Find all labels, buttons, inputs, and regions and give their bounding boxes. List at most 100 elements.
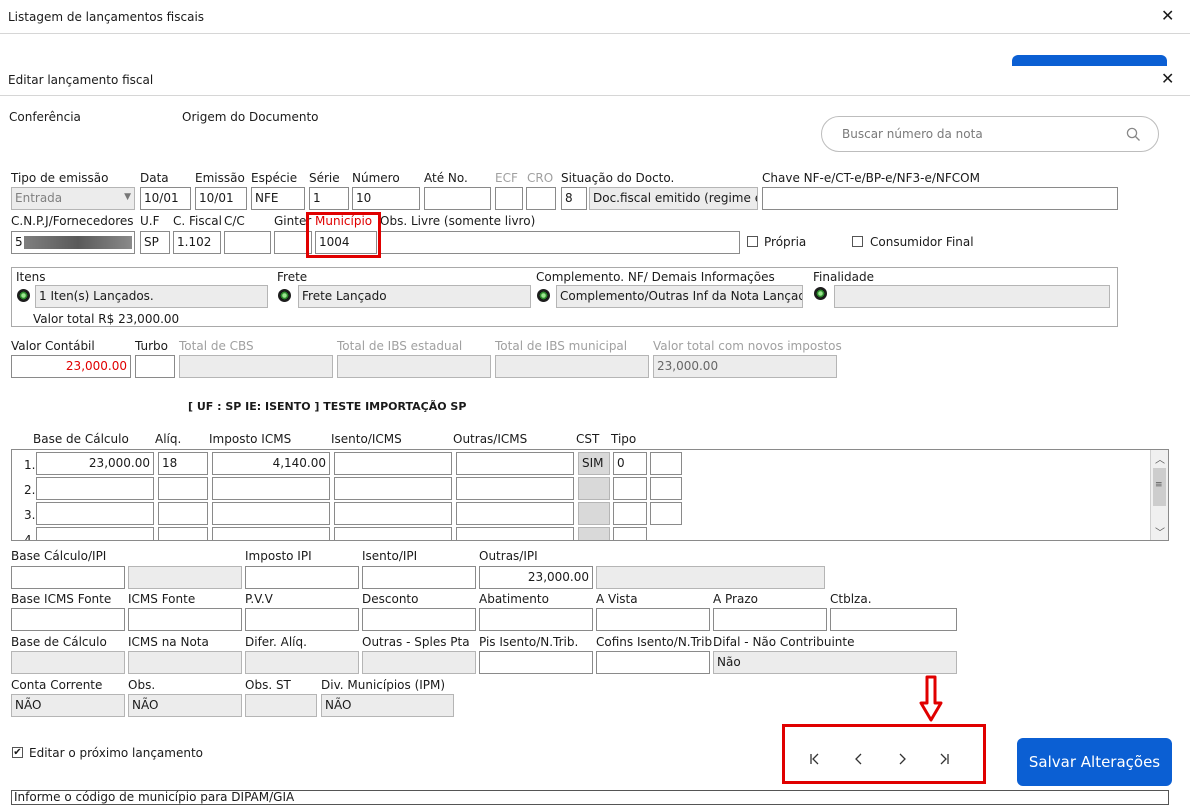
aliquota-cell[interactable] xyxy=(158,477,208,500)
isento-icms-cell[interactable] xyxy=(334,477,452,500)
extra-cell[interactable] xyxy=(650,477,682,500)
tipo-emissao-select[interactable]: Entrada ▼ xyxy=(11,187,135,210)
uf-field[interactable]: SP xyxy=(140,231,170,254)
grid-scrollbar[interactable]: ︿ ≡ ﹀ xyxy=(1150,450,1168,540)
frete-status-field[interactable]: Frete Lançado xyxy=(298,285,531,308)
difal-field[interactable]: Não xyxy=(713,651,957,674)
tab-conferencia[interactable]: Conferência xyxy=(9,110,81,124)
aliquota-cell[interactable]: 18 xyxy=(158,452,208,475)
icms-grid[interactable]: 1. 23,000.00 18 4,140.00 SIM 0 2. 3. 4. xyxy=(11,449,1169,541)
tipo-cell[interactable] xyxy=(613,477,647,500)
imposto-icms-cell[interactable] xyxy=(212,527,330,540)
cst-cell[interactable] xyxy=(578,502,610,525)
itens-status-field[interactable]: 1 Iten(s) Lançados. xyxy=(35,285,268,308)
numero-field[interactable]: 10 xyxy=(352,187,420,210)
search-box[interactable]: Buscar número da nota xyxy=(821,116,1159,152)
search-input[interactable]: Buscar número da nota xyxy=(842,127,983,141)
chave-field[interactable] xyxy=(762,187,1118,210)
outras-icms-cell[interactable] xyxy=(456,502,574,525)
cc-field[interactable] xyxy=(224,231,271,254)
scroll-thumb[interactable]: ≡ xyxy=(1153,468,1166,506)
previous-record-button[interactable] xyxy=(847,752,871,770)
frete-status-icon[interactable] xyxy=(278,289,291,302)
desconto-field[interactable] xyxy=(362,608,476,631)
obs-livre-field[interactable] xyxy=(380,231,740,254)
base-calculo-cell[interactable] xyxy=(36,527,154,540)
data-field[interactable]: 10/01 xyxy=(140,187,191,210)
a-vista-field[interactable] xyxy=(596,608,710,631)
pvv-field[interactable] xyxy=(245,608,359,631)
base-icms-fonte-field[interactable] xyxy=(11,608,125,631)
finalidade-status-icon[interactable] xyxy=(814,287,827,300)
label-cofins-isento: Cofins Isento/N.Trib xyxy=(596,635,713,649)
ctblza-field[interactable] xyxy=(830,608,957,631)
search-icon[interactable] xyxy=(1126,127,1141,142)
obs-field[interactable]: NÃO xyxy=(128,694,242,717)
situacao-code-field[interactable]: 8 xyxy=(561,187,587,210)
tipo-cell[interactable]: 0 xyxy=(613,452,647,475)
tipo-cell[interactable] xyxy=(613,502,647,525)
chevron-down-icon[interactable]: ▼ xyxy=(124,192,131,202)
base-calculo-cell[interactable]: 23,000.00 xyxy=(36,452,154,475)
aliquota-cell[interactable] xyxy=(158,502,208,525)
imposto-icms-cell[interactable] xyxy=(212,477,330,500)
isento-icms-cell[interactable] xyxy=(334,452,452,475)
cst-cell[interactable]: SIM xyxy=(578,452,610,475)
outras-icms-cell[interactable] xyxy=(456,452,574,475)
extra-cell[interactable] xyxy=(650,502,682,525)
div-municipios-field[interactable]: NÃO xyxy=(321,694,454,717)
close-outer-icon[interactable]: ✕ xyxy=(1161,6,1174,25)
especie-field[interactable]: NFE xyxy=(251,187,305,210)
cnpj-field[interactable]: 5 xyxy=(11,231,135,254)
valor-contabil-field[interactable]: 23,000.00 xyxy=(11,355,131,378)
turbo-field[interactable] xyxy=(135,355,175,378)
complemento-status-icon[interactable] xyxy=(537,289,550,302)
extra-cell[interactable] xyxy=(650,452,682,475)
cst-cell[interactable] xyxy=(578,477,610,500)
conta-corrente-field[interactable]: NÃO xyxy=(11,694,125,717)
editar-proximo-checkbox[interactable]: ✔ xyxy=(12,747,23,758)
imposto-icms-cell[interactable] xyxy=(212,502,330,525)
complemento-status-field[interactable]: Complemento/Outras Inf da Nota Lançad xyxy=(556,285,803,308)
ibs-municipal-field xyxy=(495,355,649,378)
imposto-ipi-field[interactable] xyxy=(245,566,359,589)
itens-status-icon[interactable] xyxy=(17,289,30,302)
base-calculo-cell[interactable] xyxy=(36,502,154,525)
imposto-icms-cell[interactable]: 4,140.00 xyxy=(212,452,330,475)
first-record-button[interactable] xyxy=(803,752,827,770)
propria-checkbox[interactable] xyxy=(747,236,758,247)
base-calculo-cell[interactable] xyxy=(36,477,154,500)
ate-no-field[interactable] xyxy=(424,187,491,210)
outras-icms-cell[interactable] xyxy=(456,527,574,540)
tab-origem-documento[interactable]: Origem do Documento xyxy=(182,110,319,124)
novos-impostos-field: 23,000.00 xyxy=(653,355,837,378)
cfiscal-field[interactable]: 1.102 xyxy=(173,231,221,254)
last-record-button[interactable] xyxy=(932,752,956,770)
pis-isento-field[interactable] xyxy=(479,651,593,674)
obs-st-field[interactable] xyxy=(245,694,317,717)
consumidor-final-checkbox[interactable] xyxy=(852,236,863,247)
outras-ipi-field[interactable]: 23,000.00 xyxy=(479,566,593,589)
scroll-down-icon[interactable]: ﹀ xyxy=(1155,524,1165,539)
aliquota-cell[interactable] xyxy=(158,527,208,540)
outras-icms-cell[interactable] xyxy=(456,477,574,500)
isento-icms-cell[interactable] xyxy=(334,502,452,525)
icms-fonte-field[interactable] xyxy=(128,608,242,631)
a-prazo-field[interactable] xyxy=(713,608,827,631)
scroll-up-icon[interactable]: ︿ xyxy=(1155,451,1165,466)
save-button[interactable]: Salvar Alterações xyxy=(1017,738,1172,786)
emissao-field[interactable]: 10/01 xyxy=(195,187,247,210)
cst-cell[interactable] xyxy=(578,527,610,540)
base-calculo-ipi-field[interactable] xyxy=(11,566,125,589)
abatimento-field[interactable] xyxy=(479,608,593,631)
close-inner-icon[interactable]: ✕ xyxy=(1161,69,1174,88)
serie-field[interactable]: 1 xyxy=(309,187,349,210)
cro-field[interactable] xyxy=(526,187,556,210)
cofins-isento-field[interactable] xyxy=(596,651,710,674)
tipo-cell[interactable] xyxy=(613,527,647,540)
isento-ipi-field[interactable] xyxy=(362,566,476,589)
ecf-field[interactable] xyxy=(495,187,523,210)
next-record-button[interactable] xyxy=(890,752,914,770)
isento-icms-cell[interactable] xyxy=(334,527,452,540)
finalidade-status-field[interactable] xyxy=(834,285,1110,308)
